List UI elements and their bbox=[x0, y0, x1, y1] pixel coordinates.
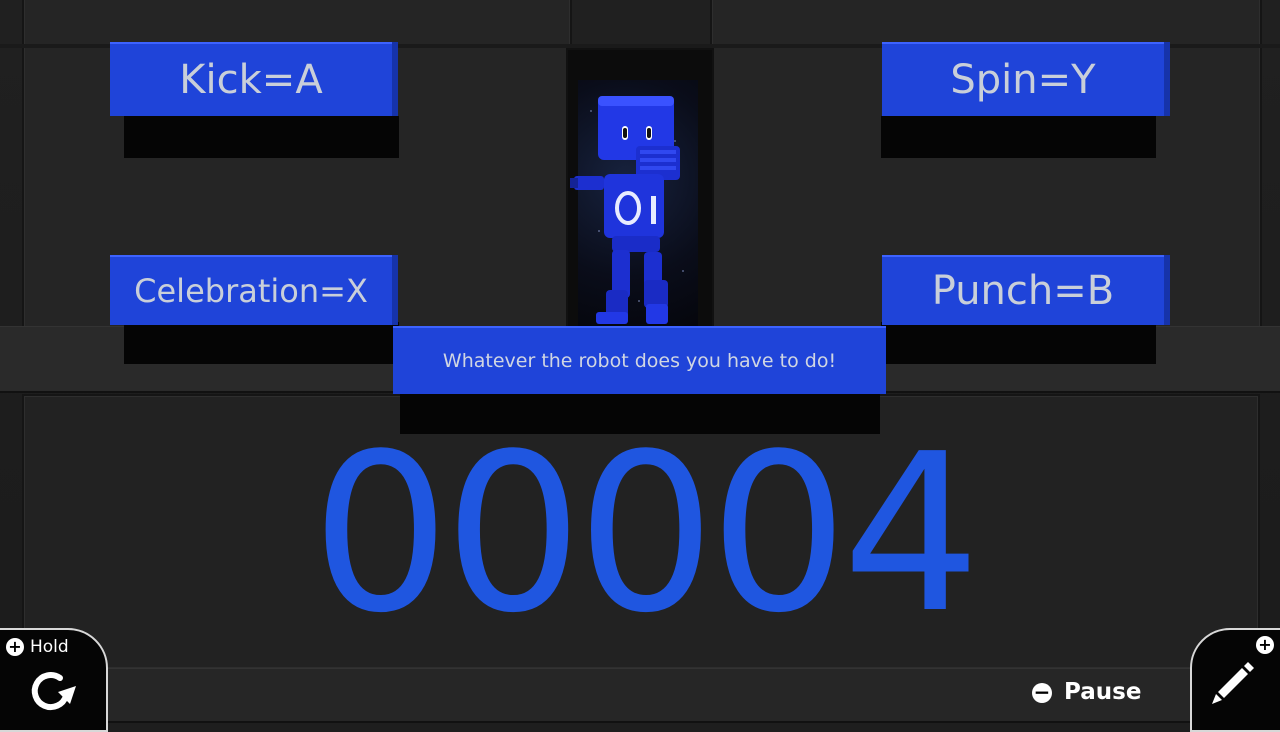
celebration-control-label: Celebration=X bbox=[110, 255, 392, 325]
pause-button[interactable]: − Pause bbox=[1030, 678, 1150, 708]
kick-block-shadow bbox=[124, 116, 399, 158]
punch-block-shadow bbox=[881, 322, 1156, 364]
plus-icon: + bbox=[6, 638, 24, 656]
kick-control-label: Kick=A bbox=[110, 42, 392, 116]
instruction-text: Whatever the robot does you have to do! bbox=[442, 350, 837, 372]
punch-control-label: Punch=B bbox=[882, 255, 1164, 325]
score-counter: 00004 bbox=[311, 408, 981, 661]
robot-character bbox=[570, 96, 680, 324]
celebration-control-text: Celebration=X bbox=[134, 272, 368, 310]
celebration-block-shadow bbox=[124, 322, 399, 364]
rotate-icon bbox=[31, 672, 76, 711]
pause-label: Pause bbox=[1064, 679, 1142, 705]
spin-control-label: Spin=Y bbox=[882, 42, 1164, 116]
kick-control-text: Kick=A bbox=[179, 57, 323, 103]
spin-control-text: Spin=Y bbox=[950, 57, 1096, 103]
instruction-banner: Whatever the robot does you have to do! bbox=[393, 326, 886, 394]
edit-button[interactable]: + bbox=[1190, 628, 1280, 732]
punch-control-text: Punch=B bbox=[931, 268, 1115, 314]
add-icon: + bbox=[1256, 636, 1274, 654]
pencil-icon bbox=[1212, 662, 1254, 704]
minus-icon: − bbox=[1032, 680, 1052, 704]
hold-label: Hold bbox=[30, 637, 69, 657]
game-stage: Kick=A Spin=Y Celebration=X Punch=B What… bbox=[0, 0, 1280, 732]
hold-button[interactable]: + Hold bbox=[0, 628, 108, 732]
spin-block-shadow bbox=[881, 116, 1156, 158]
